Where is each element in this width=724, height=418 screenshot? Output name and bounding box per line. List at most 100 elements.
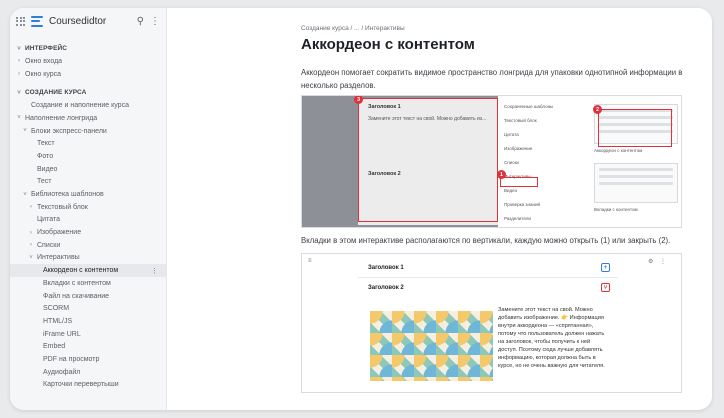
section-interface[interactable]: ˅ ИНТЕРФЕЙС — [10, 40, 166, 55]
sidebar-item[interactable]: Создание и наполнение курса — [10, 99, 166, 112]
breadcrumb[interactable]: Создание курса / ... / Интерактивы — [301, 25, 405, 32]
sidebar-item-label: Цитата — [37, 216, 60, 224]
sidebar-item-label: Фото — [37, 152, 54, 160]
kebab-menu-icon[interactable]: ⋮ — [151, 267, 158, 275]
section-course-creation[interactable]: ˅ СОЗДАНИЕ КУРСА — [10, 80, 166, 99]
accordion-row-1[interactable]: Заголовок 1 + Заголовок 2 ˅ — [358, 258, 618, 298]
sidebar-item[interactable]: Цитата — [10, 214, 166, 227]
expand-icon[interactable]: + — [601, 263, 610, 272]
sidebar: Coursedidtor ⚲ ⋮ ˅ ИНТЕРФЕЙС › Окно входа … — [10, 8, 167, 410]
sidebar-item-label: Видео — [37, 165, 58, 173]
sidebar-item[interactable]: Файл на скачивание — [10, 290, 166, 303]
sidebar-item-label: Аккордеон с контентом — [43, 267, 119, 275]
section-title: ИНТЕРФЕЙС — [25, 45, 68, 52]
content-area: Создание курса / ... / Интерактивы Аккор… — [167, 8, 712, 410]
sidebar-item-label: PDF на просмотр — [43, 355, 100, 363]
tabs-paragraph: Вкладки в этом интерактиве располагаются… — [301, 236, 671, 245]
sidebar-item[interactable]: Аудиофайл — [10, 366, 166, 379]
sidebar-item-label: Создание и наполнение курса — [31, 102, 129, 110]
search-icon[interactable]: ⚲ — [137, 16, 144, 27]
more-icon: ⋮ — [660, 259, 666, 265]
apps-grid-icon[interactable] — [16, 16, 25, 26]
sidebar-item-label: Текст — [37, 140, 55, 148]
screenshot-builder: Заголовок 1 Замените этот текст на свой.… — [301, 95, 682, 228]
chevron-right-icon: › — [18, 71, 20, 78]
block-palette: Сохраненные шаблоны Текстовый блок Цитата И… — [504, 104, 584, 227]
sidebar-item[interactable]: Текст — [10, 137, 166, 150]
highlight-box-3 — [358, 98, 498, 222]
sidebar-item[interactable]: Embed — [10, 340, 166, 353]
sidebar-item-label: Окно входа — [25, 57, 63, 65]
accordion-content: Замените этот текст на свой. Можно добав… — [498, 307, 605, 369]
chevron-down-icon: ˅ — [17, 89, 21, 96]
app-name: Coursedidtor — [49, 15, 107, 27]
palette-item[interactable]: Текстовый блок — [504, 118, 584, 132]
logo-icon — [31, 15, 43, 27]
sidebar-item-label: Списки — [37, 241, 61, 249]
caption-tabs: Вкладки с контентом — [594, 207, 638, 212]
sidebar-item-label: Embed — [43, 343, 66, 351]
sidebar-item[interactable]: ˅ Интерактивы — [10, 252, 166, 265]
screenshot-accordion: ≡ ⚙ ⋮ Заголовок 1 + Заголовок 2 ˅ Замените… — [301, 253, 682, 393]
settings-icon: ⚙ — [648, 259, 654, 265]
chevron-right-icon: › — [30, 242, 32, 249]
sidebar-item-label: HTML/JS — [43, 317, 73, 325]
sidebar-item[interactable]: Аккордеон с контентом ⋮ — [10, 264, 166, 277]
palette-item[interactable]: Разделители — [504, 216, 584, 227]
badge-1: 1 — [497, 170, 506, 179]
chevron-right-icon: › — [30, 204, 32, 211]
accordion-header-1[interactable]: Заголовок 1 + — [358, 258, 618, 278]
collapse-icon[interactable]: ˅ — [601, 283, 610, 292]
decorative-pattern-image — [370, 311, 493, 381]
sidebar-item[interactable]: › Изображение — [10, 226, 166, 239]
sidebar-item[interactable]: › Текстовый блок — [10, 201, 166, 214]
chevron-down-icon: ˅ — [17, 45, 21, 52]
chevron-down-icon: ˅ — [17, 115, 21, 122]
sidebar-item[interactable]: Фото — [10, 150, 166, 163]
tabs-thumbnail — [594, 163, 678, 203]
sidebar-item-label: Блоки экспресс-панели — [31, 127, 107, 135]
sidebar-item[interactable]: Карточки перевертыши — [10, 379, 166, 392]
sidebar-item[interactable]: ˅ Библиотека шаблонов — [10, 188, 166, 201]
sidebar-item[interactable]: ˅ Блоки экспресс-панели — [10, 125, 166, 138]
chevron-down-icon: ˅ — [23, 191, 27, 198]
palette-item[interactable]: Изображение — [504, 146, 584, 160]
sidebar-item-label: Изображение — [37, 229, 82, 237]
chevron-right-icon: › — [30, 229, 32, 236]
caption-accordion: Аккордеон с контентом — [594, 148, 643, 153]
sidebar-item[interactable]: Вкладки с контентом — [10, 277, 166, 290]
sidebar-item-label: Карточки перевертыши — [43, 381, 119, 389]
sidebar-item[interactable]: SCORM — [10, 302, 166, 315]
sidebar-item[interactable]: Тест — [10, 176, 166, 189]
sidebar-item-label: Вкладки с контентом — [43, 279, 111, 287]
palette-item[interactable]: Сохраненные шаблоны — [504, 104, 584, 118]
sidebar-item-course-window[interactable]: › Окно курса — [10, 68, 166, 81]
accordion-title: Заголовок 2 — [368, 285, 404, 291]
sidebar-item[interactable]: iFrame URL — [10, 328, 166, 341]
drag-handle-icon: ≡ — [308, 258, 312, 264]
sidebar-item-label: iFrame URL — [43, 330, 81, 338]
sidebar-item[interactable]: PDF на просмотр — [10, 353, 166, 366]
sidebar-item-label: Текстовый блок — [37, 203, 88, 211]
highlight-box-2 — [598, 109, 672, 147]
accordion-header-2[interactable]: Заголовок 2 ˅ — [358, 278, 618, 298]
sidebar-item[interactable]: HTML/JS — [10, 315, 166, 328]
palette-item[interactable]: Цитата — [504, 132, 584, 146]
palette-item[interactable]: Видео — [504, 188, 584, 202]
chevron-down-icon: ˅ — [23, 128, 27, 135]
section-title: СОЗДАНИЕ КУРСА — [25, 89, 87, 97]
badge-3: 3 — [354, 96, 363, 104]
sidebar-item-login[interactable]: › Окно входа — [10, 55, 166, 68]
intro-paragraph: Аккордеон помогает сократить видимое про… — [301, 68, 683, 90]
sidebar-item-label: SCORM — [43, 305, 70, 313]
sidebar-item-label: Окно курса — [25, 70, 62, 78]
chevron-down-icon: ˅ — [29, 254, 33, 261]
palette-item[interactable]: Списки — [504, 160, 584, 174]
sidebar-item-label: Наполнение лонгрида — [25, 114, 98, 122]
kebab-menu-icon[interactable]: ⋮ — [150, 16, 160, 27]
palette-item[interactable]: Проверка знаний — [504, 202, 584, 216]
sidebar-item[interactable]: Видео — [10, 163, 166, 176]
sidebar-item[interactable]: ˅ Наполнение лонгрида — [10, 112, 166, 125]
sidebar-item-label: Аудиофайл — [43, 368, 81, 376]
sidebar-item[interactable]: › Списки — [10, 239, 166, 252]
